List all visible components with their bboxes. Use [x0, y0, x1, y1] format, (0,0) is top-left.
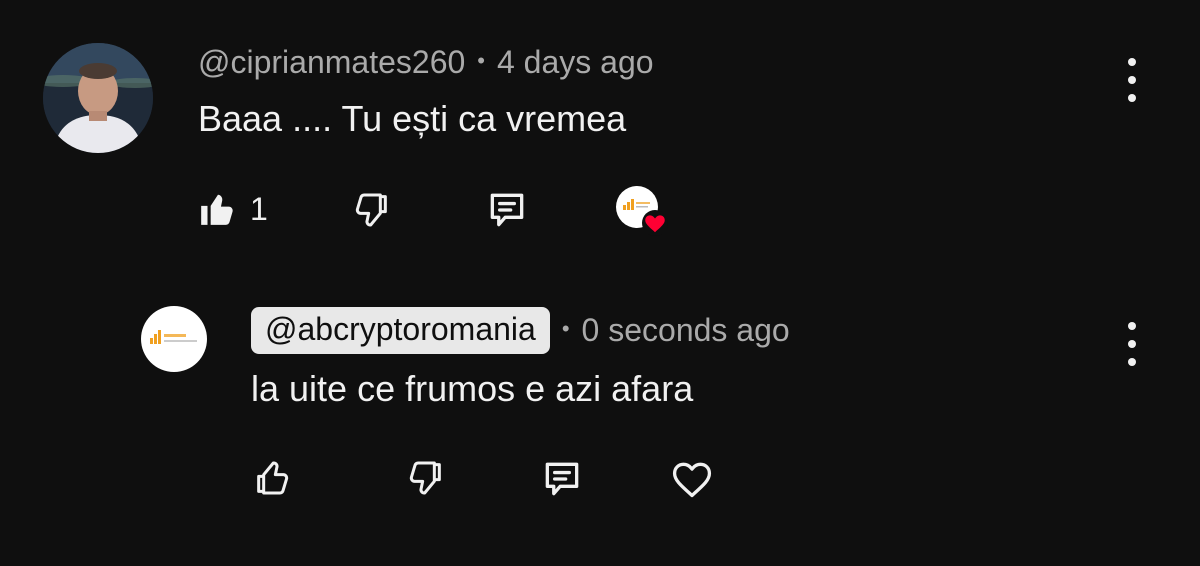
comment-bubble-icon — [545, 462, 579, 496]
reply-header: @abcryptoromania • 0 seconds ago — [251, 307, 790, 354]
channel-logo-icon — [150, 330, 197, 344]
like-count: 1 — [250, 190, 268, 227]
reply-dislike-button[interactable] — [406, 458, 446, 498]
heart-outline-icon — [672, 462, 712, 498]
meta-separator: • — [561, 315, 570, 341]
thumbs-down-icon — [355, 193, 387, 227]
more-vertical-icon[interactable] — [1122, 322, 1142, 366]
person-photo-icon — [43, 43, 153, 153]
like-button[interactable]: 1 — [198, 190, 268, 228]
comment-author[interactable]: @ciprianmates260 — [198, 44, 465, 81]
reply-avatar[interactable] — [141, 306, 207, 372]
creator-heart-badge — [616, 186, 668, 236]
thumbs-up-outline-icon — [257, 461, 289, 495]
comment-header: @ciprianmates260 • 4 days ago — [198, 44, 654, 81]
thumbs-down-icon — [409, 461, 441, 495]
heart-button[interactable] — [670, 458, 714, 500]
reply-author-chip[interactable]: @abcryptoromania — [251, 307, 550, 354]
dislike-button[interactable] — [352, 190, 392, 230]
comment-bubble-icon — [490, 193, 524, 227]
reply-button[interactable] — [485, 188, 529, 232]
comment-timestamp[interactable]: 4 days ago — [497, 44, 654, 81]
reply-body: la uite ce frumos e azi afara — [251, 368, 694, 409]
meta-separator: • — [477, 47, 485, 73]
comments-thread: @ciprianmates260 • 4 days ago Baaa .... … — [0, 0, 1200, 566]
comment-body: Baaa .... Tu ești ca vremea — [198, 98, 627, 139]
reply-reply-button[interactable] — [540, 457, 584, 501]
reply-like-button[interactable] — [252, 458, 292, 498]
more-vertical-icon[interactable] — [1122, 58, 1142, 102]
heart-filled-icon — [642, 210, 668, 236]
commenter-avatar[interactable] — [43, 43, 153, 153]
reply-timestamp[interactable]: 0 seconds ago — [582, 312, 790, 349]
thumbs-up-filled-icon — [201, 194, 233, 225]
